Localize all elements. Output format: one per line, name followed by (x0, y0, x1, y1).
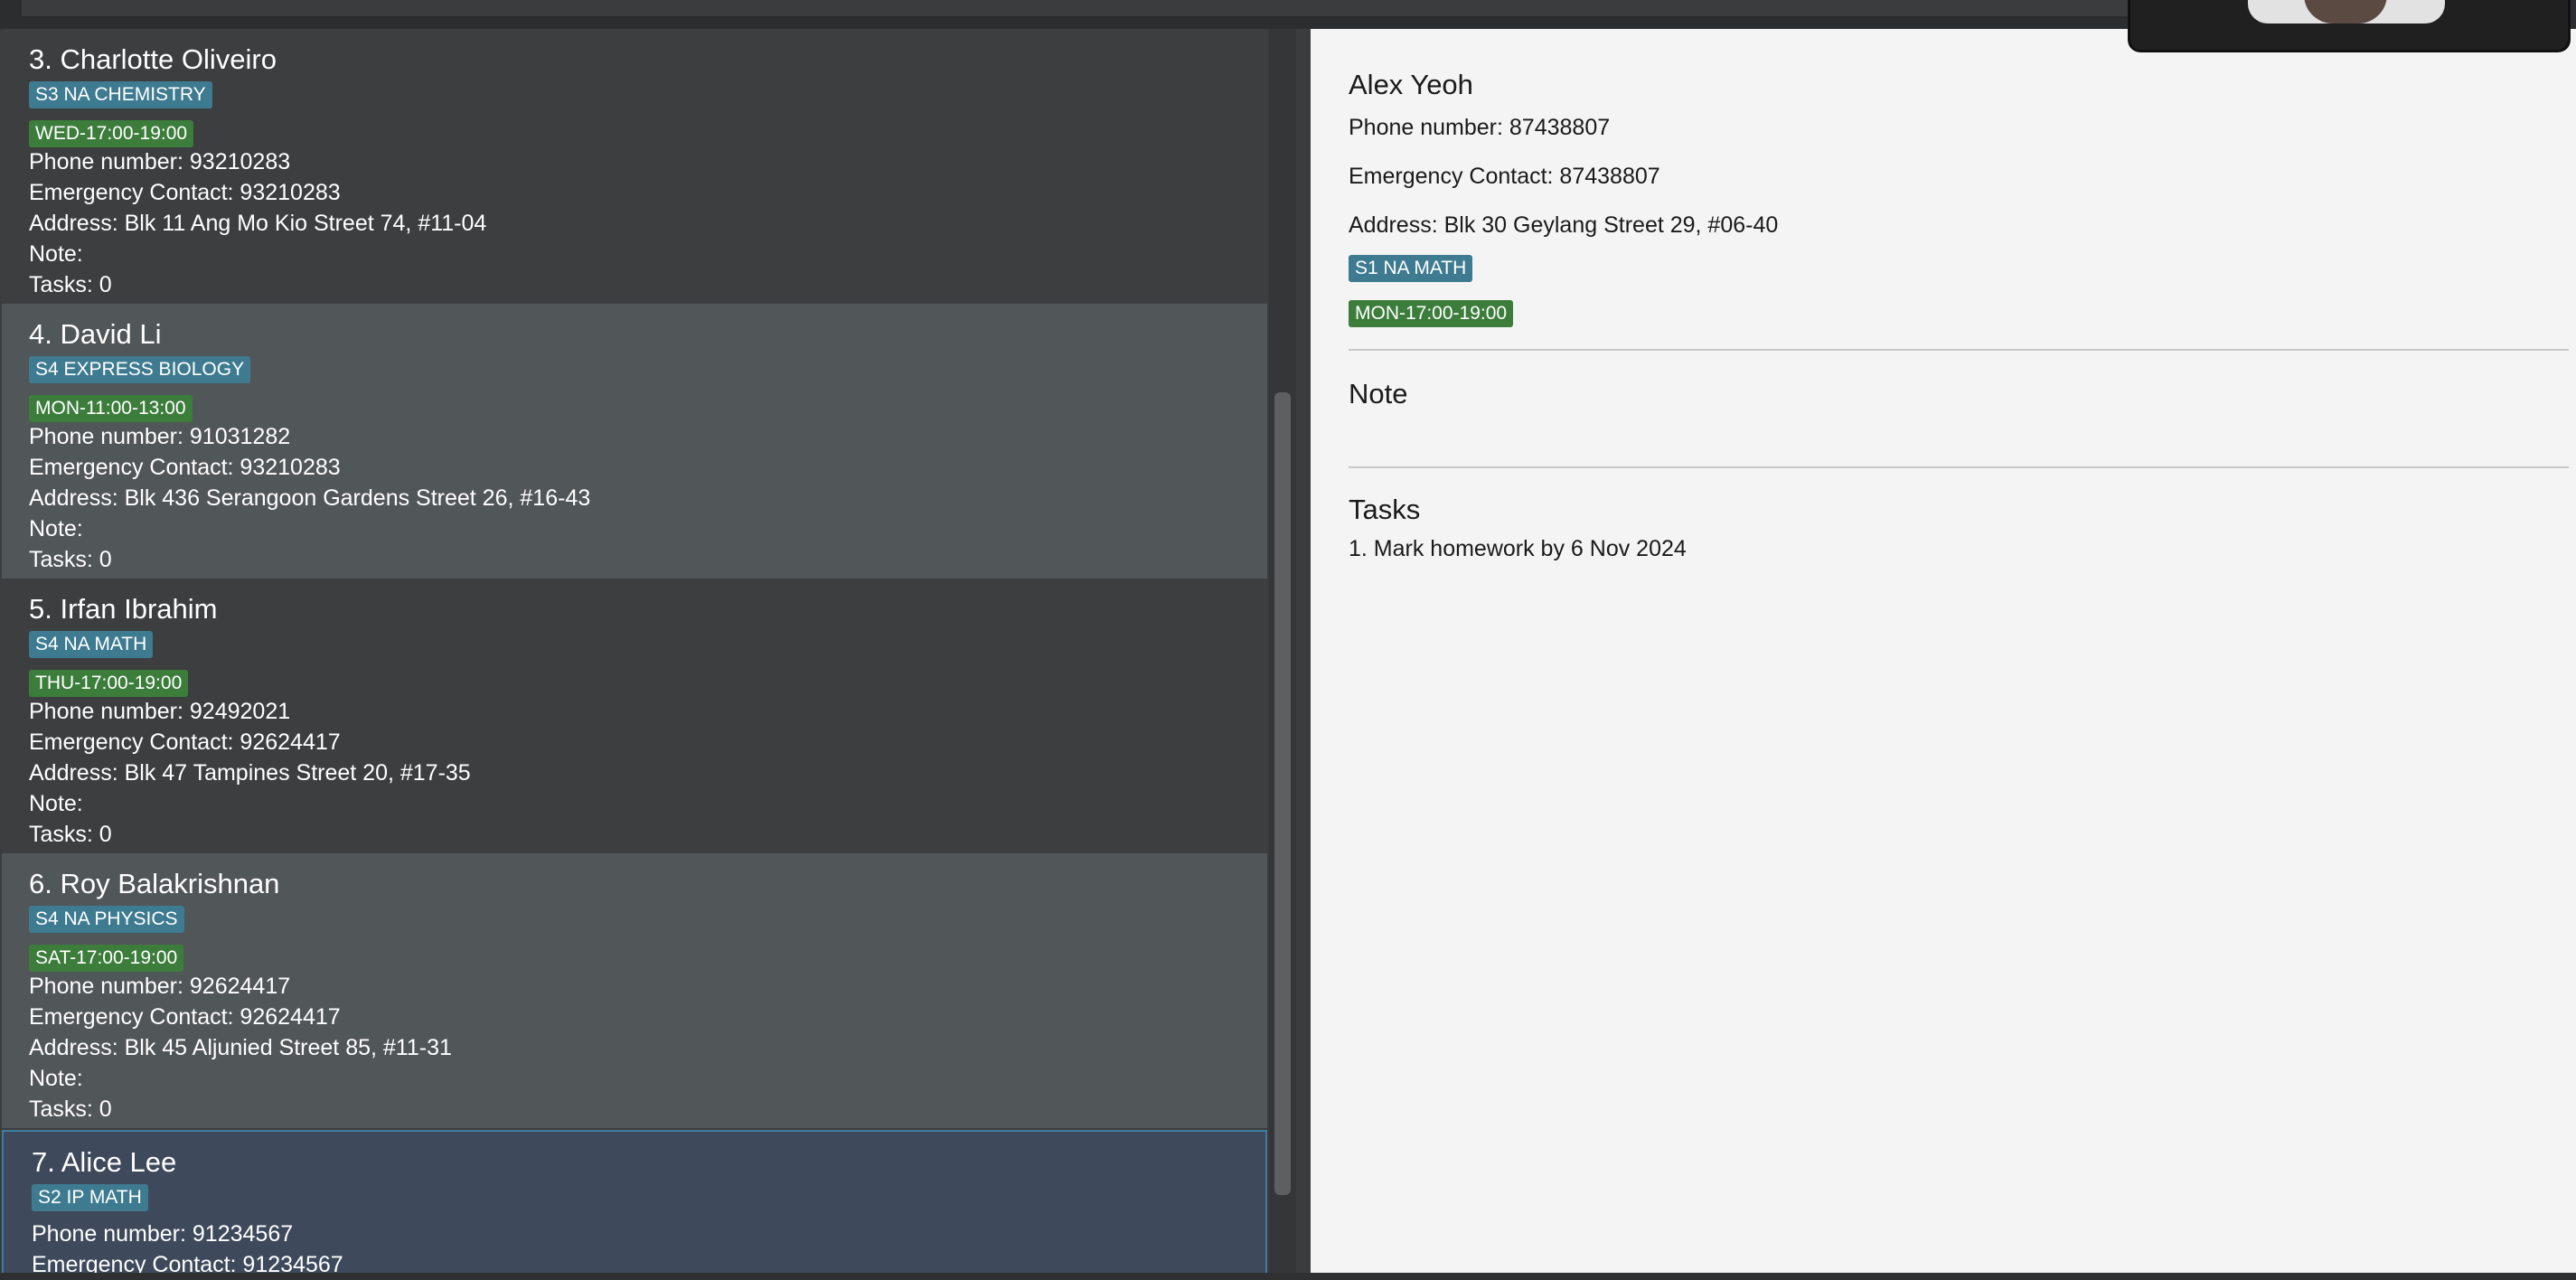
contact-phone: Phone number: 93210283 (29, 149, 291, 174)
detail-divider (1349, 466, 2569, 468)
subject-tag: S2 IP MATH (32, 1184, 148, 1211)
subject-tag: S4 EXPRESS BIOLOGY (29, 356, 251, 383)
timeslot-tag: THU-17:00-19:00 (29, 670, 189, 697)
contact-card[interactable]: 6. Roy Balakrishnan S4 NA PHYSICS SAT-17… (2, 853, 1267, 1128)
contact-name: 4. David Li (29, 318, 162, 350)
contact-card[interactable]: 3. Charlotte Oliveiro S3 NA CHEMISTRY WE… (2, 29, 1267, 304)
detail-divider (1349, 349, 2569, 351)
contact-tasks: Tasks: 0 (29, 822, 112, 847)
list-scrollbar[interactable] (1269, 29, 1296, 1273)
status-bar (0, 1273, 2576, 1280)
contact-phone: Phone number: 92492021 (29, 699, 291, 724)
contact-name: 6. Roy Balakrishnan (29, 868, 280, 899)
contact-tasks: Tasks: 0 (29, 272, 112, 297)
split-divider[interactable] (1296, 29, 1311, 1273)
contact-emergency: Emergency Contact: 92624417 (29, 729, 341, 755)
command-box-area[interactable] (20, 0, 2207, 18)
contact-address: Address: Blk 45 Aljunied Street 85, #11-… (29, 1035, 452, 1060)
scrollbar-thumb[interactable] (1274, 392, 1291, 1195)
contact-name: 7. Alice Lee (32, 1146, 177, 1178)
subject-tag: S4 NA MATH (29, 631, 154, 658)
timeslot-tag: MON-11:00-13:00 (29, 395, 193, 422)
contact-phone: Phone number: 91031282 (29, 424, 291, 449)
contact-tasks: Tasks: 0 (29, 1096, 112, 1122)
contact-phone: Phone number: 91234567 (32, 1221, 294, 1247)
contact-card[interactable]: 4. David Li S4 EXPRESS BIOLOGY MON-11:00… (2, 304, 1267, 579)
contact-note: Note: (29, 241, 83, 267)
contact-name: 3. Charlotte Oliveiro (29, 43, 277, 75)
contact-note: Note: (29, 516, 83, 541)
contact-card-selected[interactable]: 7. Alice Lee S2 IP MATH Phone number: 91… (2, 1130, 1267, 1273)
contact-emergency: Emergency Contact: 92624417 (29, 1004, 341, 1030)
contact-emergency: Emergency Contact: 93210283 (29, 455, 341, 480)
timeslot-tag: WED-17:00-19:00 (29, 120, 194, 147)
contact-card[interactable]: 5. Irfan Ibrahim S4 NA MATH THU-17:00-19… (2, 579, 1267, 853)
detail-address: Address: Blk 30 Geylang Street 29, #06-4… (1349, 212, 1779, 238)
timeslot-tag: SAT-17:00-19:00 (29, 945, 184, 972)
subject-tag: S3 NA CHEMISTRY (29, 81, 212, 108)
detail-panel: Alex Yeoh Phone number: 87438807 Emergen… (1311, 29, 2576, 1273)
app-window: 3. Charlotte Oliveiro S3 NA CHEMISTRY WE… (0, 0, 2576, 1280)
detail-emergency: Emergency Contact: 87438807 (1349, 164, 1660, 189)
note-heading: Note (1349, 378, 1408, 409)
contact-emergency: Emergency Contact: 93210283 (29, 180, 341, 205)
contact-tasks: Tasks: 0 (29, 547, 112, 572)
contact-emergency: Emergency Contact: 91234567 (32, 1252, 343, 1273)
tasks-heading: Tasks (1349, 494, 1421, 525)
task-item: 1. Mark homework by 6 Nov 2024 (1349, 536, 1687, 561)
video-overlay (2128, 0, 2571, 52)
contact-address: Address: Blk 436 Serangoon Gardens Stree… (29, 485, 591, 511)
contact-note: Note: (29, 1066, 83, 1091)
contact-phone: Phone number: 92624417 (29, 974, 291, 999)
contact-list[interactable]: 3. Charlotte Oliveiro S3 NA CHEMISTRY WE… (0, 29, 1269, 1273)
contact-note: Note: (29, 791, 83, 816)
webcam-thumbnail (2248, 0, 2445, 24)
detail-phone: Phone number: 87438807 (1349, 115, 1611, 140)
detail-timeslot-tag: MON-17:00-19:00 (1349, 300, 1514, 327)
detail-name: Alex Yeoh (1349, 69, 1473, 100)
subject-tag: S4 NA PHYSICS (29, 906, 184, 933)
contact-address: Address: Blk 11 Ang Mo Kio Street 74, #1… (29, 211, 487, 236)
contact-name: 5. Irfan Ibrahim (29, 593, 218, 625)
detail-subject-tag: S1 NA MATH (1349, 255, 1473, 282)
contact-address: Address: Blk 47 Tampines Street 20, #17-… (29, 760, 471, 786)
